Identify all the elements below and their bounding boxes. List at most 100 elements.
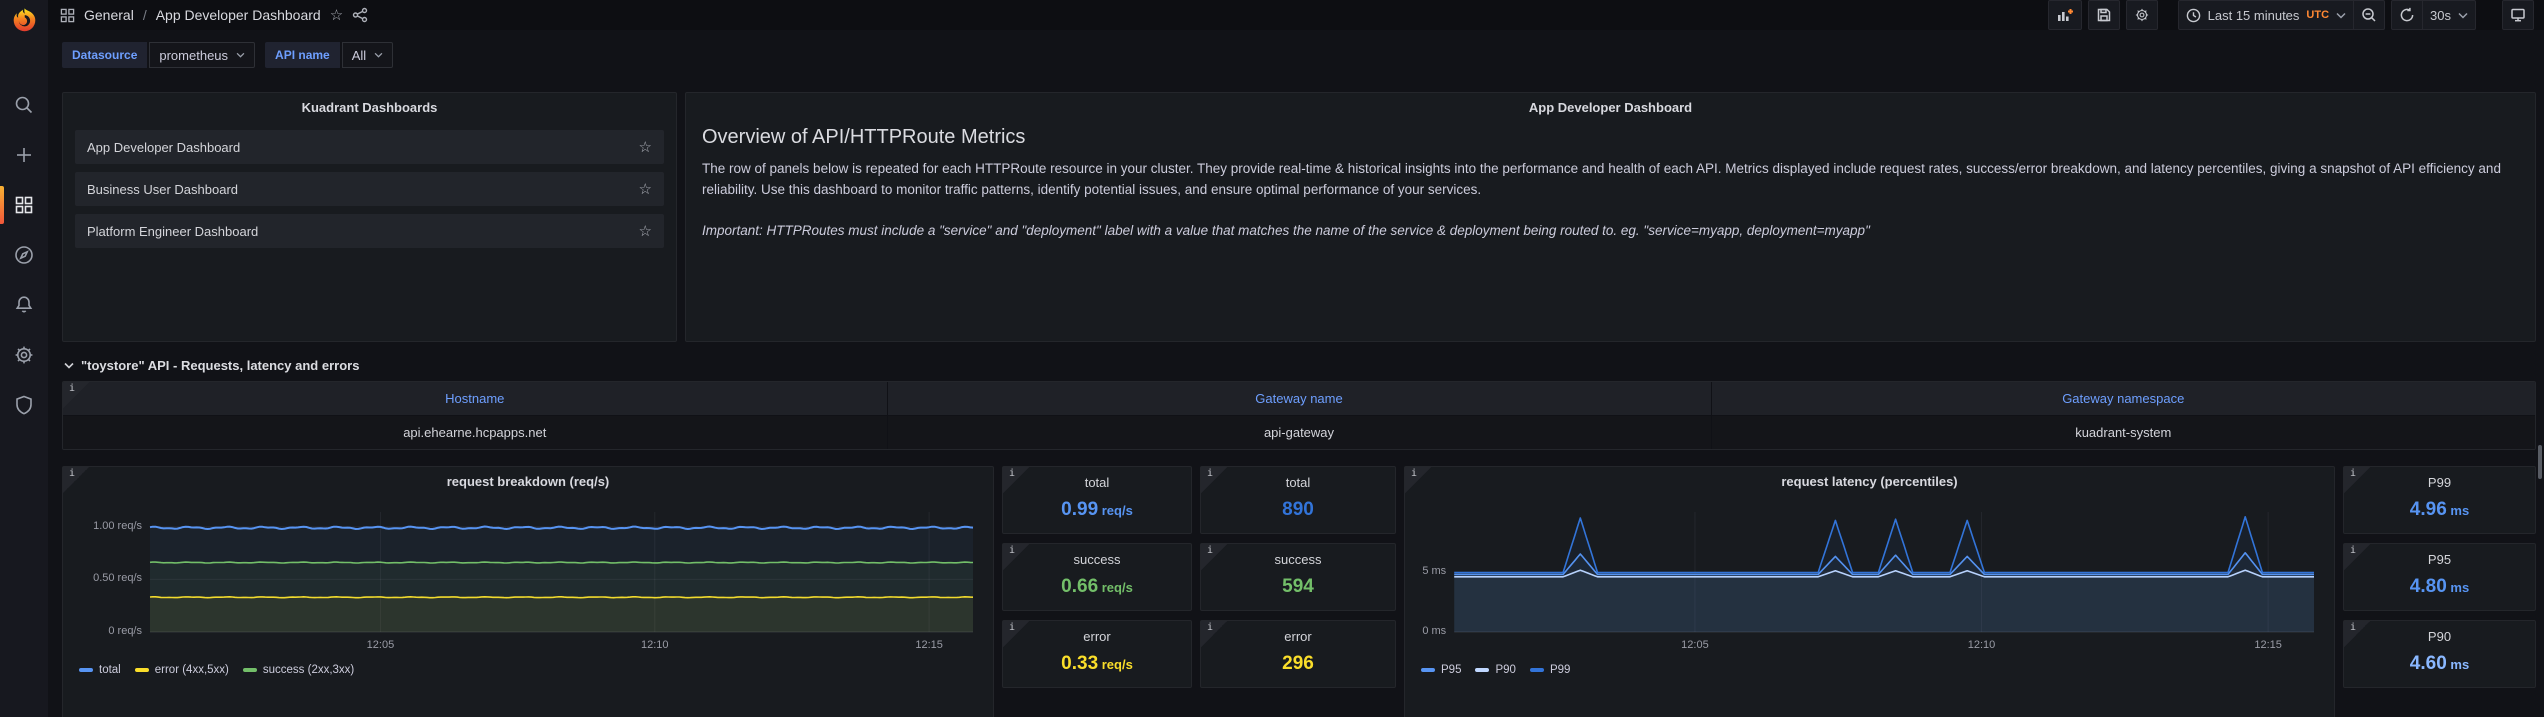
- chevron-down-icon: [374, 52, 383, 58]
- sidebar-item-explore[interactable]: [0, 242, 48, 268]
- panel-info-icon[interactable]: i: [1003, 621, 1029, 647]
- overview-paragraph: The row of panels below is repeated for …: [702, 159, 2519, 201]
- panel-info-icon[interactable]: i: [2344, 544, 2370, 570]
- add-panel-button[interactable]: [2048, 0, 2082, 30]
- info-glyph: i: [2350, 468, 2356, 479]
- sidebar-nav: [0, 40, 48, 418]
- table-header-row: HostnameGateway nameGateway namespace: [63, 382, 2535, 415]
- search-icon: [13, 94, 35, 116]
- kiosk-mode-button[interactable]: [2502, 0, 2534, 30]
- panel-info-icon[interactable]: i: [1201, 544, 1227, 570]
- panel-title[interactable]: App Developer Dashboard: [686, 93, 2535, 120]
- panel-info-icon[interactable]: i: [1201, 621, 1227, 647]
- sidebar-item-alerting[interactable]: [0, 292, 48, 318]
- plus-icon: [13, 144, 35, 166]
- table-column-header[interactable]: Gateway name: [887, 382, 1711, 415]
- request-breakdown-chart[interactable]: 0 req/s0.50 req/s1.00 req/s12:0512:1012:…: [71, 496, 983, 658]
- variable-value-dropdown[interactable]: prometheus: [149, 42, 255, 68]
- refresh-interval-label: 30s: [2430, 8, 2451, 23]
- variable-value-dropdown[interactable]: All: [342, 42, 393, 68]
- panel-title[interactable]: Kuadrant Dashboards: [63, 93, 676, 120]
- dashboard-list-item[interactable]: Platform Engineer Dashboard☆: [75, 214, 664, 248]
- legend-item[interactable]: total: [79, 664, 121, 676]
- chart-legend: P95 P90 P99: [1421, 664, 2334, 676]
- panel-title[interactable]: request breakdown (req/s): [63, 467, 993, 494]
- panel-info-icon[interactable]: i: [1003, 467, 1029, 493]
- dashboard-list-item[interactable]: App Developer Dashboard☆: [75, 130, 664, 164]
- refresh-interval-picker[interactable]: 30s: [2423, 0, 2476, 30]
- gear-icon: [13, 344, 35, 366]
- stat-panel-error: ierror0.33 req/s: [1002, 620, 1192, 688]
- dashboard-list-item-label: Business User Dashboard: [87, 182, 238, 197]
- legend-label: error (4xx,5xx): [155, 664, 229, 676]
- refresh-button[interactable]: [2391, 0, 2423, 30]
- time-range-picker[interactable]: Last 15 minutes UTC: [2178, 0, 2354, 30]
- panel-info-icon[interactable]: i: [63, 382, 89, 408]
- clock-icon: [2186, 8, 2201, 23]
- time-range-label: Last 15 minutes: [2208, 8, 2300, 23]
- table-column-header[interactable]: Gateway namespace: [1711, 382, 2535, 415]
- legend-label: success (2xx,3xx): [263, 664, 354, 676]
- sidebar-item-configuration[interactable]: [0, 342, 48, 368]
- panel-info-icon[interactable]: i: [1405, 467, 1431, 493]
- legend-label: P90: [1495, 664, 1515, 676]
- stat-panel-success: isuccess0.66 req/s: [1002, 543, 1192, 611]
- page-title[interactable]: App Developer Dashboard: [156, 7, 321, 23]
- legend-item[interactable]: error (4xx,5xx): [135, 664, 229, 676]
- y-axis-tick-label: 0 ms: [1413, 625, 1446, 637]
- dashboard-toolbar: Last 15 minutes UTC 30s: [2048, 0, 2534, 30]
- legend-item[interactable]: P90: [1475, 664, 1515, 676]
- panel-info-icon[interactable]: i: [2344, 621, 2370, 647]
- share-icon[interactable]: [352, 7, 368, 23]
- save-dashboard-button[interactable]: [2088, 0, 2120, 30]
- dashboard-list-item[interactable]: Business User Dashboard ☆: [75, 172, 664, 206]
- sidebar-item-dashboards[interactable]: [0, 192, 48, 218]
- panel-info-icon[interactable]: i: [63, 467, 89, 493]
- legend-item[interactable]: success (2xx,3xx): [243, 664, 354, 676]
- sidebar-item-create[interactable]: [0, 142, 48, 168]
- favorite-star-icon[interactable]: ☆: [330, 6, 343, 24]
- panel-info-icon[interactable]: i: [2344, 467, 2370, 493]
- table-column-header[interactable]: Hostname: [63, 382, 887, 415]
- info-glyph: i: [1009, 468, 1015, 479]
- stat-label: total: [1286, 475, 1311, 490]
- stat-label: P95: [2428, 552, 2451, 567]
- overview-heading: Overview of API/HTTPRoute Metrics: [702, 126, 2519, 149]
- chart-canvas[interactable]: [71, 496, 983, 658]
- stat-value: 4.96 ms: [2410, 499, 2469, 521]
- timezone-badge: UTC: [2306, 9, 2329, 21]
- stat-unit: ms: [2447, 580, 2469, 595]
- breadcrumb-folder[interactable]: General: [84, 7, 134, 23]
- star-icon[interactable]: ☆: [639, 180, 652, 198]
- star-icon[interactable]: ☆: [639, 222, 652, 240]
- variable-label: Datasource: [62, 42, 147, 68]
- legend-item[interactable]: P95: [1421, 664, 1461, 676]
- zoom-out-time-button[interactable]: [2354, 0, 2385, 30]
- row-toystore-api[interactable]: "toystore" API - Requests, latency and e…: [64, 358, 2536, 373]
- legend-item[interactable]: P99: [1530, 664, 1570, 676]
- table-row: api.ehearne.hcpapps.netapi-gatewaykuadra…: [63, 415, 2535, 449]
- y-axis-tick-label: 1.00 req/s: [71, 520, 142, 532]
- panel-info-icon[interactable]: i: [1003, 544, 1029, 570]
- stat-label: error: [1083, 629, 1110, 644]
- variable-datasource: Datasource prometheus: [62, 42, 255, 68]
- variable-selected-value: prometheus: [159, 48, 228, 63]
- request-latency-chart[interactable]: 0 ms5 ms12:0512:1012:15: [1413, 496, 2324, 658]
- panel-title[interactable]: request latency (percentiles): [1405, 467, 2334, 494]
- panel-request-latency: request latency (percentiles) 0 ms5 ms12…: [1404, 466, 2335, 717]
- star-icon[interactable]: ☆: [639, 138, 652, 156]
- panel-info-icon[interactable]: i: [1201, 467, 1227, 493]
- sidebar-item-server-admin[interactable]: [0, 392, 48, 418]
- time-controls: Last 15 minutes UTC: [2178, 0, 2385, 30]
- grafana-logo[interactable]: [0, 0, 48, 40]
- dashboards-grid-icon: [13, 194, 35, 216]
- sidebar-item-search[interactable]: [0, 92, 48, 118]
- dashboard-settings-button[interactable]: [2126, 0, 2158, 30]
- panel-kuadrant-dashboards: Kuadrant Dashboards App Developer Dashbo…: [62, 92, 677, 342]
- page-scrollbar-thumb[interactable]: [2538, 445, 2542, 479]
- chevron-down-icon: [236, 52, 245, 58]
- info-glyph: i: [1009, 545, 1015, 556]
- variable-label: API name: [265, 42, 340, 68]
- stat-column-request-count: itotal890isuccess594ierror296: [1200, 466, 1396, 717]
- chart-canvas[interactable]: [1413, 496, 2324, 658]
